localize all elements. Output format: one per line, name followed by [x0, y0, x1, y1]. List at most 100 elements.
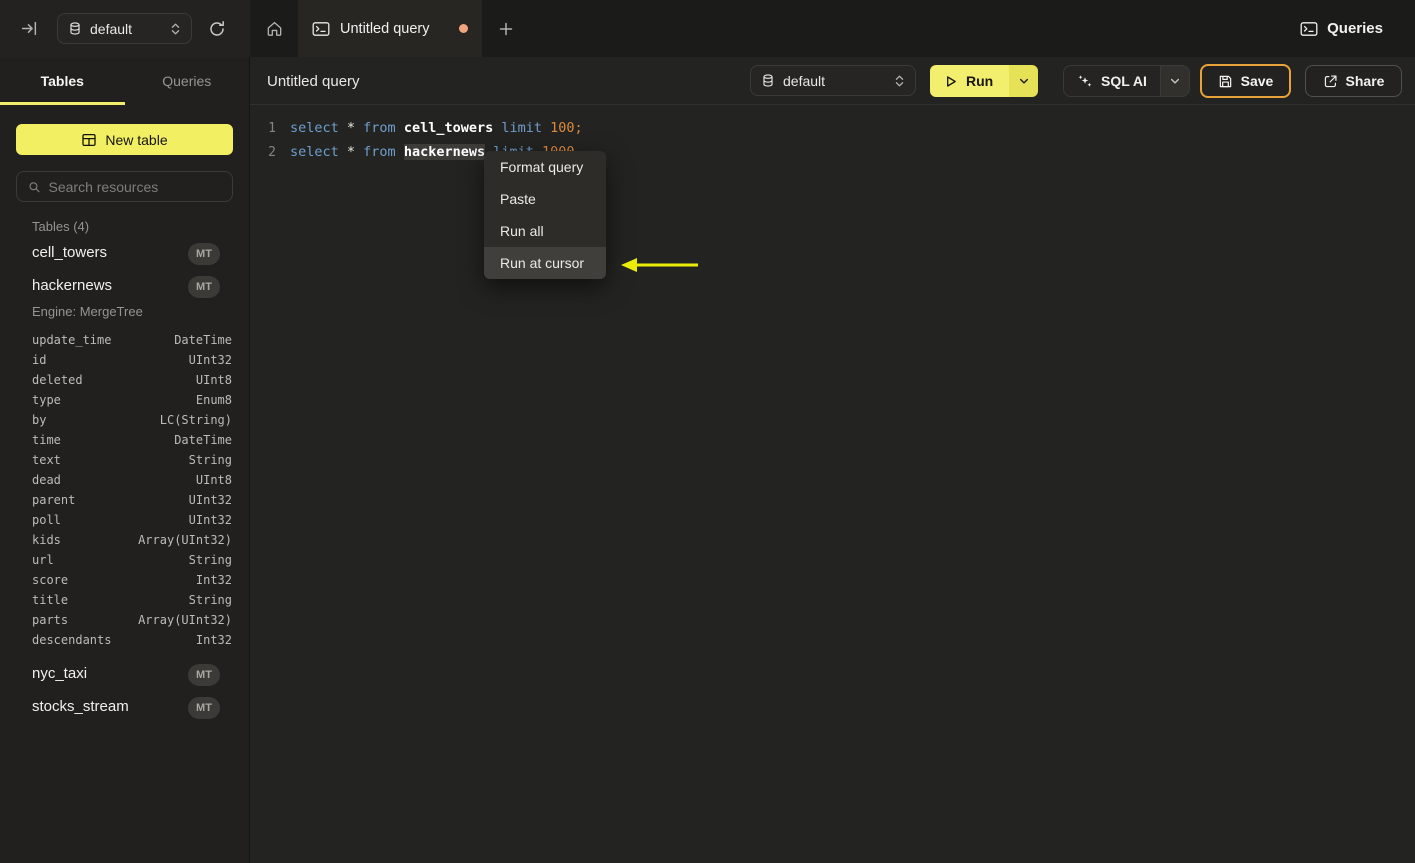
refresh-button[interactable] [204, 16, 230, 42]
chevron-down-icon [1019, 78, 1028, 84]
column-type: Int32 [195, 633, 232, 647]
column-row: parts Array(UInt32) [0, 610, 249, 630]
tables-section-label: Tables (4) [32, 219, 90, 234]
table-row-stocks-stream[interactable]: stocks_stream MT [0, 697, 249, 719]
collapse-sidebar-icon [21, 21, 36, 35]
new-tab-button[interactable] [482, 0, 530, 57]
sql-table-name-selected: hackernews [403, 144, 486, 160]
column-row: update_time DateTime [0, 330, 249, 350]
new-table-button[interactable]: New table [16, 124, 233, 155]
column-type: Array(UInt32) [138, 613, 232, 627]
search-resources-input[interactable] [48, 178, 221, 195]
line-number: 1 [268, 120, 276, 136]
share-button[interactable]: Share [1305, 65, 1402, 97]
tab-queries[interactable]: Queries [125, 57, 250, 105]
refresh-icon [210, 21, 224, 36]
column-type: UInt32 [188, 353, 232, 367]
tab-untitled-query[interactable]: Untitled query [298, 0, 482, 57]
page-title: Untitled query [267, 72, 360, 90]
tab-tables[interactable]: Tables [0, 57, 125, 105]
sql-operator: * [346, 120, 364, 136]
sql-code: select * from cell_towers limit 100; [290, 120, 583, 136]
column-name: parts [32, 613, 69, 627]
column-type: UInt32 [188, 493, 232, 507]
new-table-button-label: New table [105, 131, 168, 148]
column-name: by [32, 413, 47, 427]
home-button[interactable] [250, 0, 298, 57]
menu-item-paste[interactable]: Paste [484, 183, 606, 215]
run-button-group: Run [930, 65, 1039, 97]
column-row: text String [0, 450, 249, 470]
column-list: update_time DateTime id UInt32 deleted UInt… [0, 330, 249, 650]
run-button[interactable]: Run [930, 65, 1010, 97]
database-select-value: default [783, 72, 826, 89]
column-type: UInt32 [188, 513, 232, 527]
column-name: descendants [32, 633, 112, 647]
sql-editor[interactable]: 1 select * from cell_towers limit 100; 2… [250, 106, 1415, 863]
database-select-topbar[interactable]: default [57, 13, 192, 44]
menu-item-run-at-cursor[interactable]: Run at cursor [484, 247, 606, 279]
column-name: poll [32, 513, 61, 527]
unsaved-indicator-dot [459, 24, 468, 33]
column-type: DateTime [174, 433, 232, 447]
column-row: kids Array(UInt32) [0, 530, 249, 550]
search-resources-box[interactable] [16, 171, 233, 202]
chevron-down-icon [1170, 78, 1179, 84]
column-name: kids [32, 533, 61, 547]
column-row: deleted UInt8 [0, 370, 249, 390]
run-options-button[interactable] [1009, 65, 1039, 97]
query-header: Untitled query default Run SQL AI Save S… [250, 57, 1415, 105]
menu-item-format-query[interactable]: Format query [484, 151, 606, 183]
column-row: dead UInt8 [0, 470, 249, 490]
column-type: Enum8 [195, 393, 232, 407]
engine-badge: MT [188, 697, 220, 719]
sql-number: 100; [550, 120, 583, 136]
sql-ai-options-button[interactable] [1159, 66, 1189, 96]
column-type: DateTime [174, 333, 232, 347]
chevron-updown-icon [895, 75, 904, 86]
line-number: 2 [268, 144, 276, 160]
save-icon [1219, 75, 1231, 87]
terminal-icon [312, 21, 330, 36]
column-name: id [32, 353, 47, 367]
table-row-nyc-taxi[interactable]: nyc_taxi MT [0, 664, 249, 686]
engine-badge: MT [188, 664, 220, 686]
sidebar: Tables Queries New table Tables (4) cell… [0, 57, 250, 863]
column-type: String [188, 593, 232, 607]
editor-context-menu: Format query Paste Run all Run at cursor [484, 151, 606, 279]
engine-badge: MT [188, 243, 220, 265]
table-row-cell-towers[interactable]: cell_towers MT [0, 243, 249, 265]
table-name: nyc_taxi [32, 665, 88, 682]
column-row: title String [0, 590, 249, 610]
sql-ai-button-group: SQL AI [1063, 65, 1190, 97]
menu-item-run-all[interactable]: Run all [484, 215, 606, 247]
queries-button[interactable]: Queries [1300, 0, 1383, 57]
table-name: stocks_stream [32, 698, 129, 715]
column-name: score [32, 573, 69, 587]
play-icon [947, 75, 956, 87]
column-type: UInt8 [195, 373, 232, 387]
sql-keyword: limit [493, 120, 551, 136]
column-name: update_time [32, 333, 112, 347]
column-row: time DateTime [0, 430, 249, 450]
table-engine-label: Engine: MergeTree [32, 304, 143, 319]
column-row: poll UInt32 [0, 510, 249, 530]
home-icon [267, 21, 281, 36]
column-row: type Enum8 [0, 390, 249, 410]
annotation-arrow [621, 258, 698, 272]
queries-icon [1300, 21, 1318, 36]
column-type: Int32 [195, 573, 232, 587]
column-name: deleted [32, 373, 83, 387]
plus-icon [499, 22, 513, 35]
queries-button-label: Queries [1327, 20, 1383, 37]
run-button-label: Run [966, 73, 994, 89]
collapse-sidebar-button[interactable] [16, 15, 42, 41]
sql-ai-button[interactable]: SQL AI [1064, 66, 1160, 96]
sql-keyword: select [290, 144, 347, 160]
column-name: dead [32, 473, 61, 487]
sidebar-tabs: Tables Queries [0, 57, 249, 105]
column-type: String [188, 453, 232, 467]
save-button[interactable]: Save [1200, 64, 1291, 98]
database-select-header[interactable]: default [750, 65, 916, 96]
table-row-hackernews[interactable]: hackernews MT [0, 276, 249, 298]
